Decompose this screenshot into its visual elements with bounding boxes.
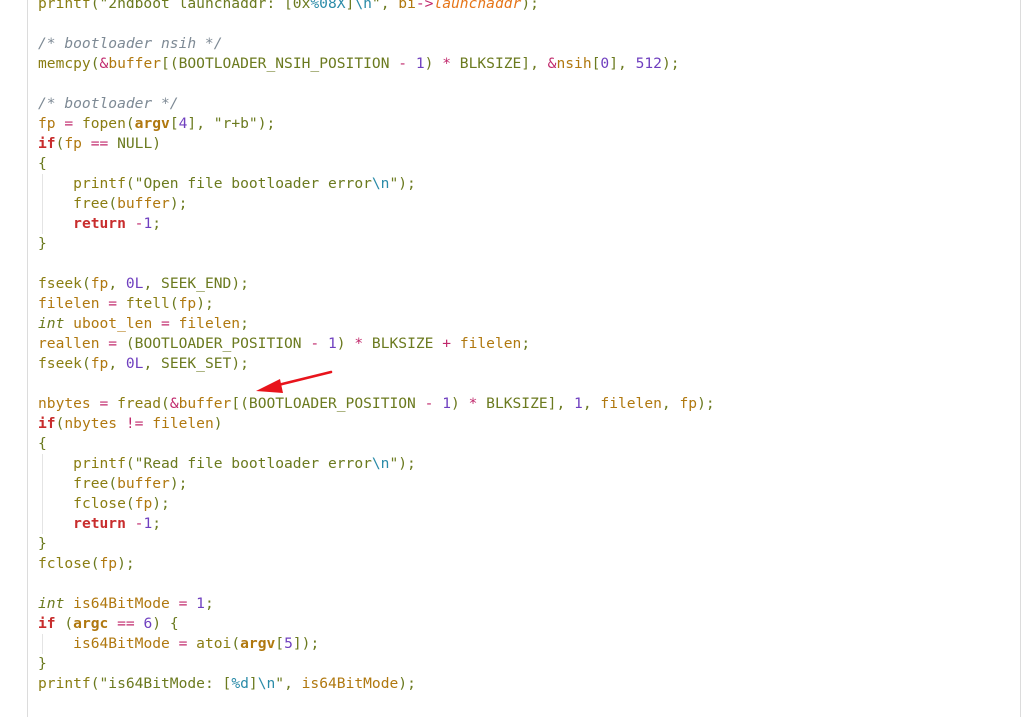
red-arrow-icon	[256, 370, 333, 393]
code-editor[interactable]: printf("2ndboot launchaddr: [0x%08X]\n",…	[0, 0, 1028, 717]
arrow-head	[256, 379, 283, 393]
